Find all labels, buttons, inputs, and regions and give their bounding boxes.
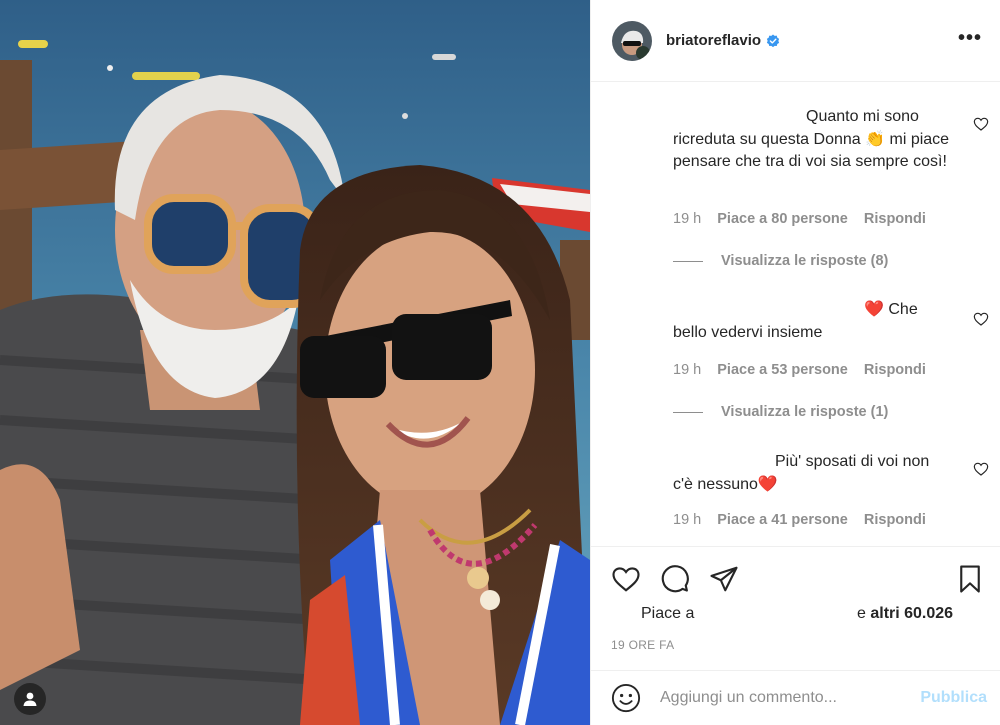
add-comment-bar: Pubblica [591,670,1000,725]
comment-likes[interactable]: Piace a 53 persone [717,362,848,378]
reply-button[interactable]: Rispondi [864,362,926,378]
comment-likes[interactable]: Piace a 80 persone [717,211,848,227]
comment-like-heart-icon[interactable] [973,311,989,327]
reply-button[interactable]: Rispondi [864,512,926,528]
reply-button[interactable]: Rispondi [864,211,926,227]
user-tag-icon [23,692,37,706]
comment-like-heart-icon[interactable] [973,116,989,132]
likes-others-count[interactable]: altri 60.026 [870,605,953,622]
comment-like-heart-icon[interactable] [973,461,989,477]
smiley-icon[interactable] [611,683,641,713]
replies-divider [673,411,703,413]
photo-illustration [0,0,590,725]
verified-badge-icon [766,34,780,47]
more-options-button[interactable]: ••• [958,28,982,54]
tag-user-button[interactable] [14,683,46,715]
username[interactable]: briatoreflavio [666,32,761,49]
comment-text: Quanto mi sono ricreduta su questa Donna… [673,108,950,170]
likes-suffix-text: e [857,605,871,622]
comment-item: Quanto mi sono ricreduta su questa Donna… [673,106,953,174]
comment-text: ❤️ Che bello vedervi insieme [673,301,918,341]
view-replies-button[interactable]: Visualizza le risposte (8) [673,253,888,269]
comment-meta: 19 h Piace a 80 persone Rispondi [673,211,938,227]
view-replies-button[interactable]: Visualizza le risposte (1) [673,404,888,420]
comment-item: ❤️ Che bello vedervi insieme [673,299,953,344]
comment-bubble-icon[interactable] [660,564,690,594]
comment-meta: 19 h Piace a 53 persone Rispondi [673,362,938,378]
likes-count[interactable]: e altri 60.026 [857,605,953,623]
bookmark-icon[interactable] [955,564,985,594]
post-photo[interactable] [0,0,590,725]
post-timestamp[interactable]: 19 ORE FA [611,638,674,652]
comments-list: Quanto mi sono ricreduta su questa Donna… [591,83,1000,546]
comment-text: Più' sposati di voi non c'è nessuno❤️ [673,453,930,493]
view-replies-label: Visualizza le risposte (1) [721,404,889,420]
post-header: briatoreflavio ••• [591,0,1000,82]
comment-time: 19 h [673,362,702,378]
likes-prefix: Piace a [641,605,695,622]
comment-item: Più' sposati di voi non c'è nessuno❤️ [673,451,953,496]
avatar-image [612,20,652,61]
comment-input[interactable] [660,689,910,707]
comment-meta: 19 h Piace a 41 persone Rispondi [673,512,938,528]
view-replies-label: Visualizza le risposte (8) [721,253,889,269]
heart-icon[interactable] [611,564,641,594]
comment-time: 19 h [673,211,702,227]
replies-divider [673,260,703,262]
comment-time: 19 h [673,512,702,528]
paper-plane-icon[interactable] [709,564,739,594]
post-sidebar: briatoreflavio ••• Quanto mi sono ricred… [590,0,1000,725]
comment-likes[interactable]: Piace a 41 persone [717,512,848,528]
avatar[interactable] [612,20,652,61]
publish-button[interactable]: Pubblica [920,689,987,707]
